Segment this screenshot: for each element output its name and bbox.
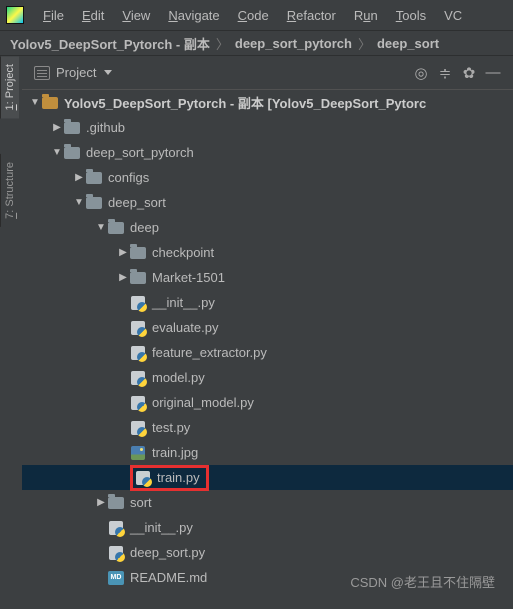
left-gutter: 1: Project 7: Structure bbox=[0, 56, 22, 227]
expand-all-icon[interactable]: ≑ bbox=[433, 61, 457, 85]
tree-folder[interactable]: ▼deep_sort_pytorch bbox=[22, 140, 513, 165]
folder-icon bbox=[64, 122, 80, 134]
tree-file[interactable]: ▶train.jpg bbox=[22, 440, 513, 465]
menu-edit[interactable]: Edit bbox=[73, 4, 113, 27]
breadcrumb: Yolov5_DeepSort_Pytorch - 副本 〉 deep_sort… bbox=[0, 30, 513, 56]
tree-folder[interactable]: ▶checkpoint bbox=[22, 240, 513, 265]
python-file-icon bbox=[131, 371, 145, 385]
breadcrumb-item[interactable]: deep_sort_pytorch bbox=[235, 36, 352, 51]
expand-arrow[interactable]: ▼ bbox=[94, 222, 108, 233]
folder-icon bbox=[108, 222, 124, 234]
markdown-file-icon: MD bbox=[108, 571, 124, 585]
menu-bar: File Edit View Navigate Code Refactor Ru… bbox=[0, 0, 513, 30]
tree-file-selected[interactable]: ▶ train.py bbox=[22, 465, 513, 490]
python-file-icon bbox=[109, 521, 123, 535]
watermark: CSDN @老王且不住隔壁 bbox=[350, 572, 495, 591]
python-file-icon bbox=[131, 421, 145, 435]
side-tab-structure[interactable]: 7: Structure bbox=[0, 154, 19, 227]
python-file-icon bbox=[131, 296, 145, 310]
menu-code[interactable]: Code bbox=[229, 4, 278, 27]
menu-run[interactable]: Run bbox=[345, 4, 387, 27]
menu-file[interactable]: File bbox=[34, 4, 73, 27]
breadcrumb-item[interactable]: Yolov5_DeepSort_Pytorch - 副本 bbox=[10, 34, 210, 53]
tree-folder[interactable]: ▼deep bbox=[22, 215, 513, 240]
folder-icon bbox=[42, 97, 58, 109]
tree-folder[interactable]: ▶Market-1501 bbox=[22, 265, 513, 290]
tree-file[interactable]: ▶__init__.py bbox=[22, 515, 513, 540]
folder-icon bbox=[108, 497, 124, 509]
menu-refactor[interactable]: Refactor bbox=[278, 4, 345, 27]
chevron-down-icon bbox=[104, 70, 112, 75]
expand-arrow[interactable]: ▼ bbox=[72, 197, 86, 208]
locate-icon[interactable]: ◎ bbox=[409, 61, 433, 85]
expand-arrow[interactable]: ▶ bbox=[94, 497, 108, 508]
chevron-right-icon: 〉 bbox=[216, 34, 229, 53]
python-file-icon bbox=[131, 396, 145, 410]
expand-arrow[interactable]: ▼ bbox=[28, 97, 42, 108]
menu-view[interactable]: View bbox=[113, 4, 159, 27]
app-logo bbox=[6, 6, 24, 24]
tree-file[interactable]: ▶original_model.py bbox=[22, 390, 513, 415]
folder-icon bbox=[64, 147, 80, 159]
expand-arrow[interactable]: ▼ bbox=[50, 147, 64, 158]
project-label: Project bbox=[56, 65, 96, 80]
expand-arrow[interactable]: ▶ bbox=[116, 247, 130, 258]
python-file-icon bbox=[131, 321, 145, 335]
menu-tools[interactable]: Tools bbox=[387, 4, 435, 27]
annotation-highlight: train.py bbox=[130, 465, 209, 491]
chevron-right-icon: 〉 bbox=[358, 34, 371, 53]
image-file-icon bbox=[131, 446, 145, 460]
tree-folder[interactable]: ▼deep_sort bbox=[22, 190, 513, 215]
tree-folder[interactable]: ▶configs bbox=[22, 165, 513, 190]
tree-file[interactable]: ▶__init__.py bbox=[22, 290, 513, 315]
tree-folder[interactable]: ▶.github bbox=[22, 115, 513, 140]
expand-arrow[interactable]: ▶ bbox=[116, 272, 130, 283]
project-icon bbox=[34, 66, 50, 80]
hide-icon[interactable]: — bbox=[481, 61, 505, 85]
tree-file[interactable]: ▶evaluate.py bbox=[22, 315, 513, 340]
menu-navigate[interactable]: Navigate bbox=[159, 4, 228, 27]
breadcrumb-item[interactable]: deep_sort bbox=[377, 36, 439, 51]
tree-file[interactable]: ▶model.py bbox=[22, 365, 513, 390]
menu-vcs[interactable]: VC bbox=[435, 4, 471, 27]
folder-icon bbox=[130, 272, 146, 284]
expand-arrow[interactable]: ▶ bbox=[72, 172, 86, 183]
expand-arrow[interactable]: ▶ bbox=[50, 122, 64, 133]
tree-file[interactable]: ▶feature_extractor.py bbox=[22, 340, 513, 365]
folder-icon bbox=[130, 247, 146, 259]
project-view-selector[interactable]: Project bbox=[34, 65, 112, 80]
settings-icon[interactable]: ✿ bbox=[457, 61, 481, 85]
tree-root[interactable]: ▼ Yolov5_DeepSort_Pytorch - 副本 [Yolov5_D… bbox=[22, 90, 513, 115]
project-toolbar: Project ◎ ≑ ✿ — bbox=[0, 56, 513, 90]
python-file-icon bbox=[136, 471, 150, 485]
tree-file[interactable]: ▶test.py bbox=[22, 415, 513, 440]
python-file-icon bbox=[131, 346, 145, 360]
folder-icon bbox=[86, 172, 102, 184]
side-tab-project[interactable]: 1: Project bbox=[0, 56, 19, 118]
python-file-icon bbox=[109, 546, 123, 560]
folder-icon bbox=[86, 197, 102, 209]
tree-file[interactable]: ▶deep_sort.py bbox=[22, 540, 513, 565]
project-tree: ▼ Yolov5_DeepSort_Pytorch - 副本 [Yolov5_D… bbox=[22, 90, 513, 609]
tree-folder[interactable]: ▶sort bbox=[22, 490, 513, 515]
